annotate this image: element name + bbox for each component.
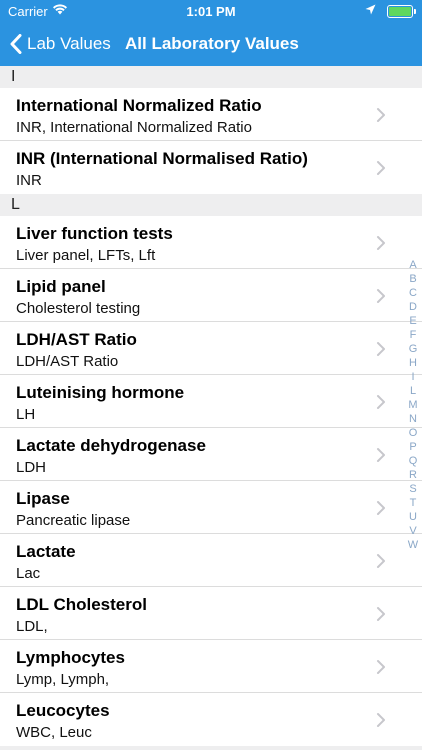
index-letter[interactable]: T [410,496,417,510]
list-item-title: International Normalized Ratio [16,96,262,115]
index-letter[interactable]: S [409,482,416,496]
list-item-title: Lactate dehydrogenase [16,436,206,455]
index-letter[interactable]: P [409,440,416,454]
index-letter[interactable]: E [409,314,416,328]
list-item-title: Lactate [16,542,76,561]
chevron-right-icon [376,500,386,521]
list-item-title: INR (International Normalised Ratio) [16,149,308,168]
list-item-subtitle: INR [16,172,42,189]
index-letter[interactable]: I [411,370,414,384]
index-letter[interactable]: L [410,384,416,398]
index-letter[interactable]: O [409,426,418,440]
list-item-subtitle: Lymp, Lymph, [16,671,110,688]
list-item[interactable]: Lactate Lac [0,534,422,587]
lab-values-list: I International Normalized Ratio INR, In… [0,66,422,750]
index-letter[interactable]: V [409,524,416,538]
index-letter[interactable]: C [409,286,417,300]
list-item-title: Liver function tests [16,224,173,243]
status-time: 1:01 PM [186,4,236,19]
chevron-right-icon [376,341,386,362]
index-letter[interactable]: U [409,510,417,524]
index-letter[interactable]: N [409,412,417,426]
list-item-title: Lipase [16,489,70,508]
chevron-right-icon [376,160,386,181]
list-item[interactable]: Lymphocytes Lymp, Lymph, [0,640,422,693]
navigation-bar: Carrier 1:01 PM Lab Values All Laborator… [0,0,422,66]
battery-icon [387,5,416,18]
list-item-subtitle: Pancreatic lipase [16,512,131,529]
list-item[interactable]: LDH/AST Ratio LDH/AST Ratio [0,322,422,375]
list-item-subtitle: LDH [16,459,47,476]
list-item-subtitle: Lac [16,565,41,582]
list-item[interactable]: Leucocytes WBC, Leuc [0,693,422,746]
list-item-subtitle: LH [16,406,36,423]
chevron-right-icon [376,394,386,415]
chevron-right-icon [376,107,386,128]
index-letter[interactable]: Q [409,454,418,468]
list-item-subtitle: LDH/AST Ratio [16,353,119,370]
list-item[interactable]: Lipid panel Cholesterol testing [0,269,422,322]
index-letter[interactable]: G [409,342,418,356]
location-arrow-icon [365,3,376,18]
index-letter[interactable]: D [409,300,417,314]
back-button[interactable]: Lab Values [10,31,111,57]
list-item-subtitle: LDL, [16,618,48,635]
chevron-right-icon [376,659,386,680]
list-item-title: Lipid panel [16,277,106,296]
list-item[interactable]: Luteinising hormone LH [0,375,422,428]
list-item-subtitle: Liver panel, LFTs, Lft [16,247,156,264]
chevron-right-icon [376,712,386,733]
list-item-subtitle: INR, International Normalized Ratio [16,119,252,136]
back-button-label: Lab Values [27,34,111,53]
list-item[interactable]: Liver function tests Liver panel, LFTs, … [0,216,422,269]
list-item-subtitle: Cholesterol testing [16,300,141,317]
chevron-right-icon [376,606,386,627]
list-item[interactable]: LDL Cholesterol LDL, [0,587,422,640]
section-header-l: L [0,194,422,216]
index-letter[interactable]: B [409,272,416,286]
list-item-title: Luteinising hormone [16,383,185,402]
list-item-title: Leucocytes [16,701,110,720]
battery-level [389,7,411,16]
page-title: All Laboratory Values [125,34,299,53]
list-item[interactable]: INR (International Normalised Ratio) INR [0,141,422,194]
chevron-right-icon [376,447,386,468]
chevron-right-icon [376,288,386,309]
list-item-title: LDH/AST Ratio [16,330,137,349]
status-bar: Carrier 1:01 PM [0,0,422,22]
index-letter[interactable]: F [410,328,417,342]
chevron-right-icon [376,553,386,574]
section-header-i: I [0,66,422,88]
list-item[interactable]: Lipase Pancreatic lipase [0,481,422,534]
index-letter[interactable]: W [408,538,418,552]
list-item-title: LDL Cholesterol [16,595,147,614]
list-item-subtitle: WBC, Leuc [16,724,92,741]
index-letter[interactable]: A [409,258,416,272]
list-item[interactable]: International Normalized Ratio INR, Inte… [0,88,422,141]
index-letter[interactable]: M [408,398,417,412]
index-letter[interactable]: H [409,356,417,370]
section-index[interactable]: A B C D E F G H I L M N O P Q R S T U V … [404,258,422,552]
chevron-right-icon [376,235,386,256]
index-letter[interactable]: R [409,468,417,482]
list-item[interactable]: Lactate dehydrogenase LDH [0,428,422,481]
chevron-left-icon [10,34,22,54]
list-item-title: Lymphocytes [16,648,125,667]
list-footer [0,746,422,750]
